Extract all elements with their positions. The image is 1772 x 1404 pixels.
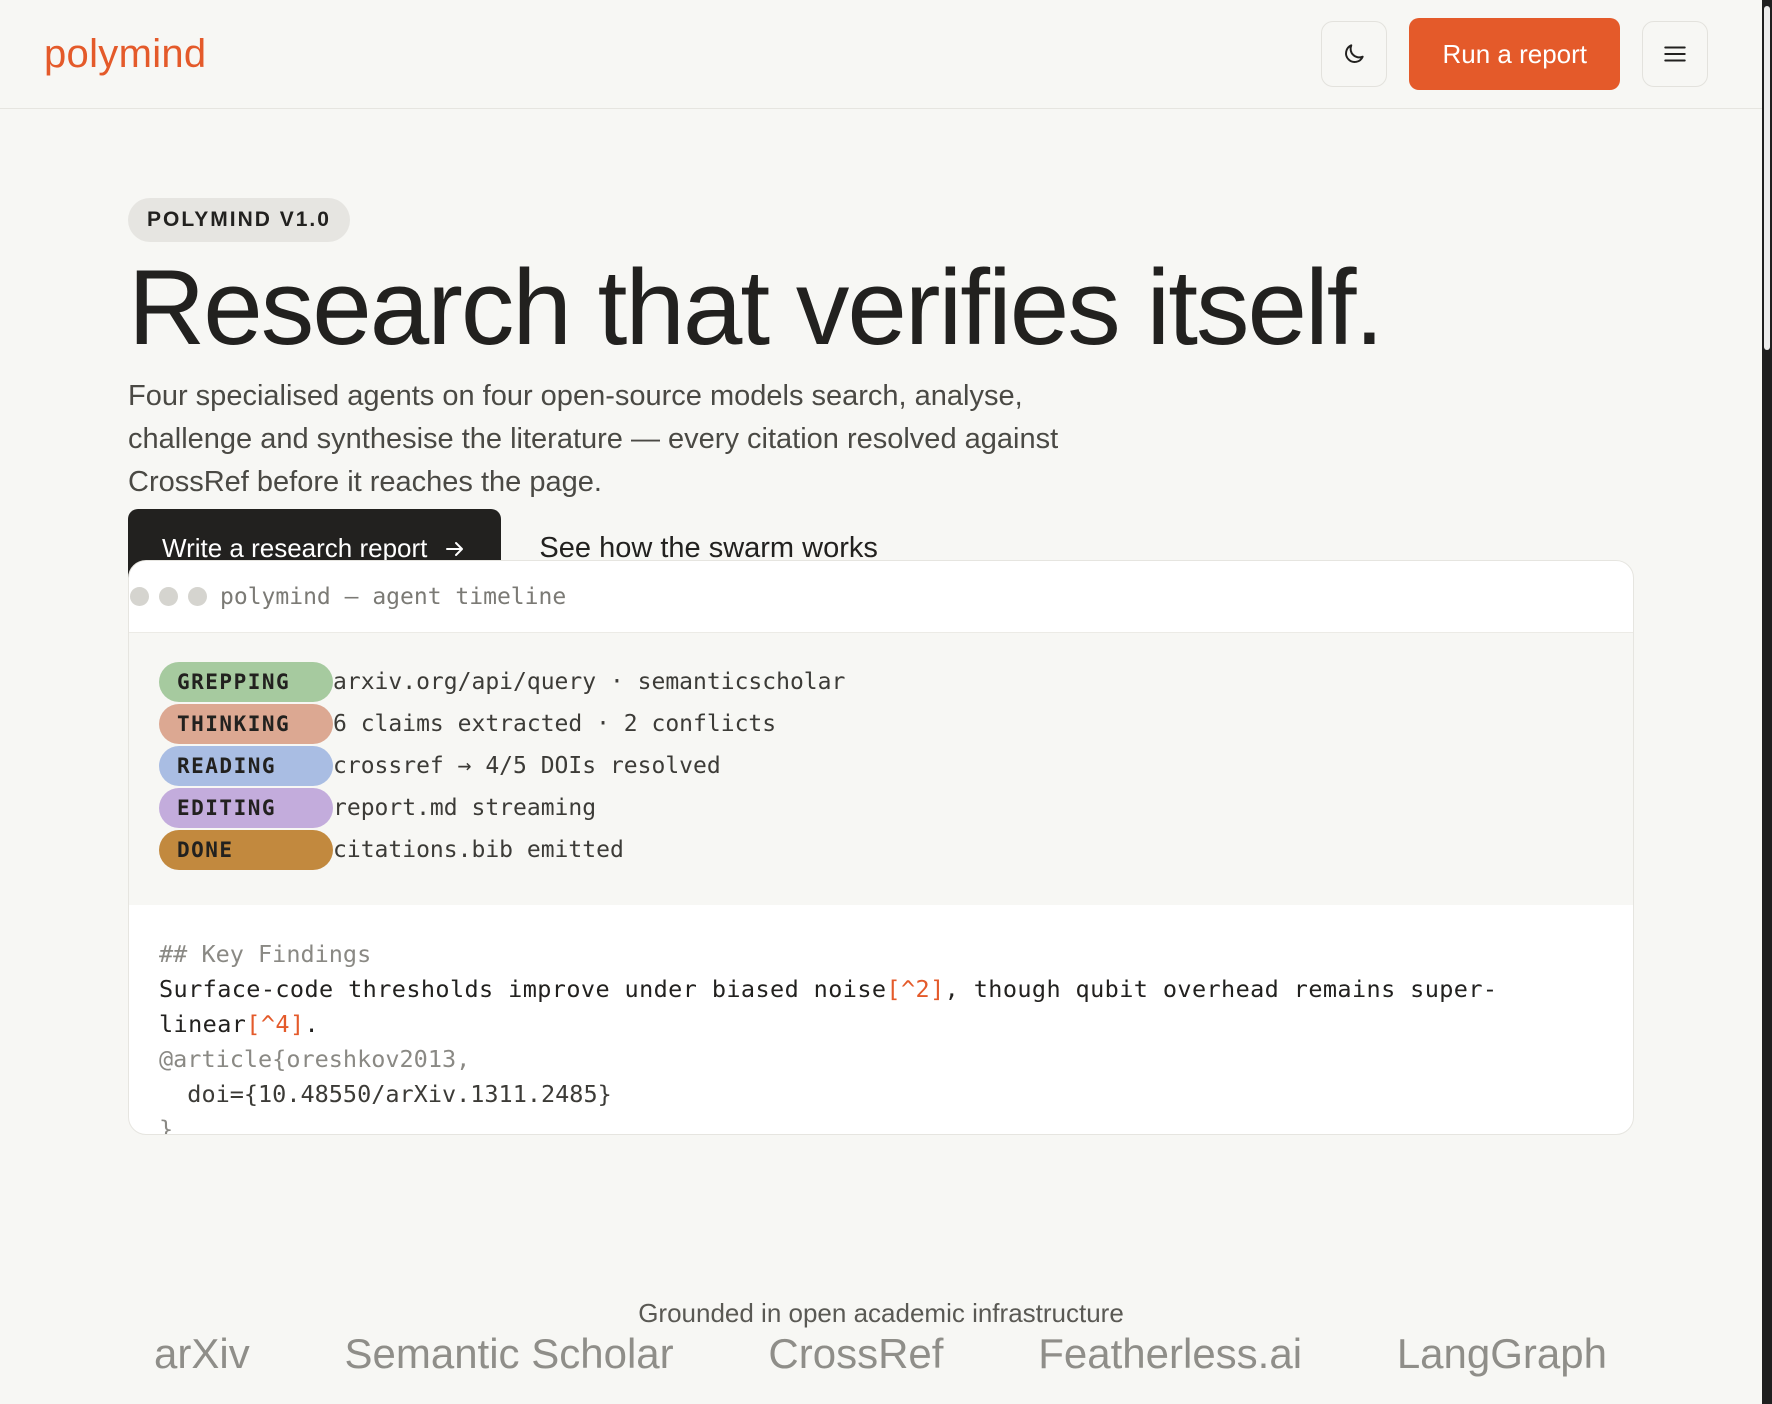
partner-logos: arXiv Semantic Scholar CrossRef Featherl… bbox=[154, 1330, 1607, 1378]
code-text: Surface-code thresholds improve under bi… bbox=[159, 975, 887, 1003]
logo-semantic-scholar: Semantic Scholar bbox=[344, 1330, 674, 1377]
status-badge: THINKING bbox=[159, 704, 333, 744]
version-badge: POLYMIND V1.0 bbox=[128, 198, 350, 242]
timeline-text: report.md streaming bbox=[333, 795, 597, 821]
citation-ref: [^4] bbox=[246, 1010, 305, 1038]
bib-entry-close: } bbox=[159, 1115, 174, 1135]
timeline-text: citations.bib emitted bbox=[333, 837, 624, 863]
page: polymind Run a report POLYMIND V1.0 Rese… bbox=[0, 0, 1772, 1404]
bib-entry-open: @article{oreshkov2013, bbox=[159, 1045, 471, 1073]
citation-ref: [^2] bbox=[886, 975, 945, 1003]
status-badge: DONE bbox=[159, 830, 333, 870]
run-report-button[interactable]: Run a report bbox=[1409, 18, 1620, 90]
timeline-text: 6 claims extracted · 2 conflicts bbox=[333, 711, 777, 737]
code-heading: ## Key Findings bbox=[159, 940, 372, 968]
site-header: polymind Run a report bbox=[0, 0, 1762, 109]
agent-timeline-card: polymind — agent timeline GREPPING arxiv… bbox=[128, 560, 1634, 1135]
status-badge: GREPPING bbox=[159, 662, 333, 702]
hero-headline: Research that verifies itself. bbox=[128, 247, 1384, 367]
timeline-text: crossref → 4/5 DOIs resolved bbox=[333, 753, 721, 779]
code-text: . bbox=[304, 1010, 320, 1038]
logo-langgraph: LangGraph bbox=[1396, 1330, 1607, 1377]
terminal-title-bar: polymind — agent timeline bbox=[129, 561, 1633, 633]
timeline-row: READING crossref → 4/5 DOIs resolved bbox=[159, 745, 1633, 787]
terminal-title: polymind — agent timeline bbox=[220, 583, 567, 610]
window-dot bbox=[159, 587, 178, 606]
scrollbar-thumb[interactable] bbox=[1764, 6, 1770, 350]
hero-section: POLYMIND V1.0 Research that verifies its… bbox=[128, 198, 1628, 588]
logo[interactable]: polymind bbox=[44, 32, 206, 77]
window-dot bbox=[188, 587, 207, 606]
logo-arxiv: arXiv bbox=[154, 1330, 250, 1377]
window-dot bbox=[130, 587, 149, 606]
timeline-row: GREPPING arxiv.org/api/query · semantics… bbox=[159, 661, 1633, 703]
grounded-caption: Grounded in open academic infrastructure bbox=[638, 1298, 1124, 1328]
hamburger-menu-icon bbox=[1664, 46, 1686, 62]
status-badge: READING bbox=[159, 746, 333, 786]
moon-icon bbox=[1345, 44, 1365, 63]
bib-doi: doi={10.48550/arXiv.1311.2485} bbox=[159, 1080, 612, 1108]
timeline-text: arxiv.org/api/query · semanticscholar bbox=[333, 669, 846, 695]
arrow-right-icon bbox=[446, 541, 464, 556]
header-actions: Run a report bbox=[1321, 18, 1708, 90]
logo-featherless: Featherless.ai bbox=[1038, 1330, 1303, 1377]
timeline-row: EDITING report.md streaming bbox=[159, 787, 1633, 829]
timeline-row: DONE citations.bib emitted bbox=[159, 829, 1633, 871]
logo-crossref: CrossRef bbox=[768, 1330, 944, 1377]
timeline-list: GREPPING arxiv.org/api/query · semantics… bbox=[129, 633, 1633, 905]
scrollbar[interactable] bbox=[1762, 0, 1772, 1404]
status-badge: EDITING bbox=[159, 788, 333, 828]
theme-toggle-button[interactable] bbox=[1321, 21, 1388, 87]
menu-button[interactable] bbox=[1642, 21, 1708, 87]
report-code-block: ## Key Findings Surface-code thresholds … bbox=[129, 905, 1633, 1135]
timeline-row: THINKING 6 claims extracted · 2 conflict… bbox=[159, 703, 1633, 745]
hero-description: Four specialised agents on four open-sou… bbox=[128, 380, 1059, 498]
code-findings-line: Surface-code thresholds improve under bi… bbox=[159, 972, 1633, 1042]
